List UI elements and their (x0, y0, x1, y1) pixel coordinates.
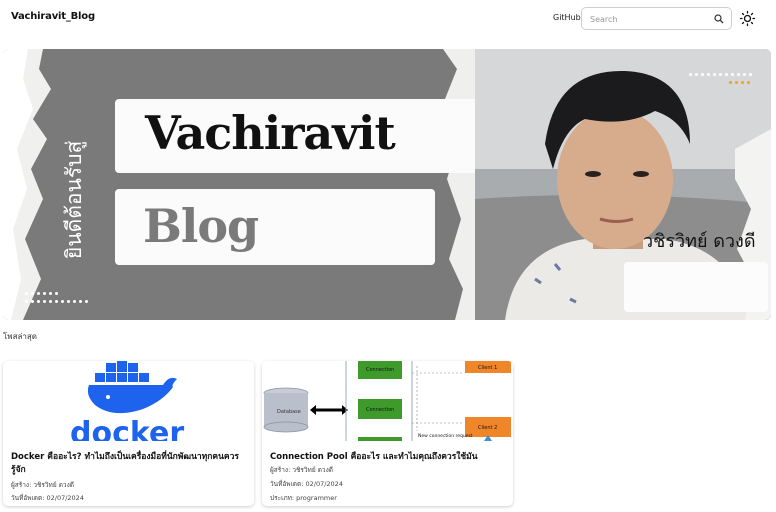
svg-text:Connection: Connection (366, 407, 394, 413)
connection-pool-diagram: Database Connection Connection Client 1 … (262, 361, 513, 441)
post-date: วันที่อัพเดต: 02/07/2024 (270, 480, 343, 488)
svg-text:Client 1: Client 1 (478, 365, 497, 371)
post-thumbnail: docker (3, 361, 254, 441)
post-card[interactable]: docker Docker คืออะไร? ทำไมถึงเป็นเครื่อ… (3, 361, 254, 506)
svg-text:Database: Database (277, 409, 301, 415)
banner-left-panel: ยินดีต้อนรับสู่ (3, 49, 501, 320)
post-title[interactable]: Connection Pool คืออะไร และทำไมคุณถึงควร… (270, 451, 510, 464)
top-navbar: Vachiravit_Blog GitHub (0, 0, 776, 38)
latest-posts-heading: โพสล่าสุด (3, 332, 37, 341)
author-name-card (624, 262, 768, 312)
svg-text:docker: docker (70, 416, 184, 441)
site-brand[interactable]: Vachiravit_Blog (11, 11, 95, 22)
banner-title-line2: Blog (143, 199, 259, 253)
search-box[interactable] (581, 7, 732, 30)
decor-dots (25, 292, 58, 295)
post-title[interactable]: Docker คืออะไร? ทำไมถึงเป็นเครื่องมือที่… (11, 451, 251, 477)
hero-banner: ยินดีต้อนรับสู่ Vachiravit Blog (3, 49, 771, 320)
post-thumbnail: Database Connection Connection Client 1 … (262, 361, 513, 441)
theme-toggle-sun-icon[interactable] (739, 10, 756, 27)
decor-dots (689, 73, 752, 76)
author-name: วชิรวิทย์ ดวงดี (643, 231, 756, 252)
post-card[interactable]: Database Connection Connection Client 1 … (262, 361, 513, 506)
svg-text:Connection: Connection (366, 367, 394, 373)
decor-dots (25, 300, 88, 303)
search-input[interactable] (590, 12, 712, 26)
welcome-vertical-text: ยินดีต้อนรับสู่ (62, 140, 87, 259)
search-icon[interactable] (713, 13, 725, 25)
svg-text:Client 2: Client 2 (478, 425, 497, 431)
post-date: วันที่อัพเดต: 02/07/2024 (11, 494, 84, 502)
post-author: ผู้สร้าง: วชิรวิทย์ ดวงดี (270, 466, 333, 474)
banner-title-line1: Vachiravit (145, 106, 396, 160)
svg-text:ยินดีต้อนรับสู่: ยินดีต้อนรับสู่ (62, 140, 87, 259)
svg-text:New connection request: New connection request (418, 433, 473, 439)
docker-logo: docker (70, 361, 184, 441)
decor-dots-orange (729, 81, 750, 84)
github-link[interactable]: GitHub (553, 13, 581, 22)
post-author: ผู้สร้าง: วชิรวิทย์ ดวงดี (11, 481, 74, 489)
post-category: ประเภท: programmer (270, 494, 337, 502)
